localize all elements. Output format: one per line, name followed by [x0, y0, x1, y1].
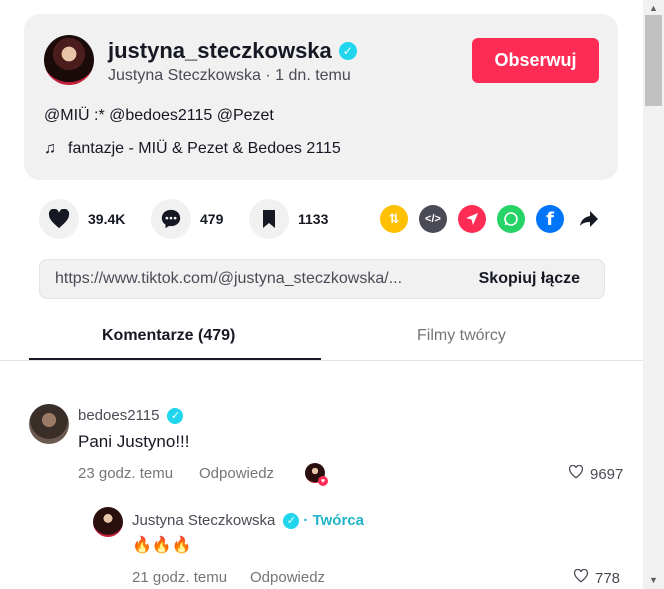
reply-like-count: 778: [595, 569, 621, 587]
repost-icon[interactable]: ⇅: [380, 205, 408, 233]
comment-author[interactable]: bedoes2115 ✓: [78, 407, 184, 424]
heart-icon[interactable]: [39, 199, 79, 239]
music-note-icon: ♫: [44, 140, 56, 157]
comment-icon[interactable]: [151, 199, 191, 239]
music-title[interactable]: fantazje - MIÜ & Pezet & Bedoes 2115: [68, 140, 341, 158]
like-count: 39.4K: [88, 211, 126, 227]
copy-link-button[interactable]: Skopiuj łącze: [479, 270, 580, 288]
heart-outline-icon[interactable]: [568, 464, 584, 483]
tab-comments[interactable]: Komentarze (479): [102, 327, 235, 345]
save-action[interactable]: 1133: [249, 199, 328, 239]
reply-button[interactable]: Odpowiedz: [199, 465, 274, 482]
more-share-icon[interactable]: [575, 205, 603, 233]
comment-text: Pani Justyno!!!: [78, 432, 190, 451]
reply-author-name[interactable]: Justyna Steczkowska: [132, 512, 275, 529]
tab-creator-videos[interactable]: Filmy twórcy: [417, 327, 506, 345]
post-header-card: justyna_steczkowska ✓ Justyna Steczkowsk…: [24, 14, 618, 180]
author-avatar[interactable]: [44, 35, 94, 85]
creator-liked-avatar: ♥: [305, 463, 328, 486]
reply-button[interactable]: Odpowiedz: [250, 569, 325, 586]
like-action[interactable]: 39.4K: [39, 199, 125, 239]
reply-like[interactable]: 778: [573, 568, 621, 587]
tab-divider: [0, 360, 643, 361]
share-url-bar: https://www.tiktok.com/@justyna_steczkow…: [39, 259, 605, 299]
comment-like-count: 9697: [590, 465, 624, 483]
save-count: 1133: [298, 211, 329, 227]
comment-count: 479: [200, 211, 224, 227]
heart-badge-icon: ♥: [318, 476, 328, 486]
commenter-avatar[interactable]: [29, 404, 69, 444]
comment-action[interactable]: 479: [151, 199, 223, 239]
author-username-text[interactable]: justyna_steczkowska: [108, 38, 332, 64]
creator-badge: · Twórca: [303, 512, 364, 529]
reply-text: 🔥🔥🔥: [132, 535, 192, 554]
scroll-down-icon[interactable]: ▼: [645, 572, 662, 587]
comment-like[interactable]: 9697: [568, 464, 624, 483]
author-subline: Justyna Steczkowska · 1 dn. temu: [108, 67, 351, 84]
reply-time: 21 godz. temu: [132, 569, 228, 586]
send-icon[interactable]: [458, 205, 486, 233]
comment-author-name[interactable]: bedoes2115: [78, 407, 159, 424]
comment-time: 23 godz. temu: [78, 465, 174, 482]
heart-outline-icon[interactable]: [573, 568, 589, 587]
embed-icon[interactable]: </>: [419, 205, 447, 233]
post-description[interactable]: @MIÜ :* @bedoes2115 @Pezet: [44, 107, 274, 125]
verified-icon: ✓: [338, 42, 357, 60]
bookmark-icon[interactable]: [249, 199, 289, 239]
whatsapp-icon[interactable]: [497, 205, 525, 233]
verified-icon: ✓: [167, 407, 184, 424]
author-username[interactable]: justyna_steczkowska ✓: [108, 38, 357, 64]
scrollbar-thumb[interactable]: [645, 15, 662, 106]
facebook-icon[interactable]: f: [536, 205, 564, 233]
follow-button[interactable]: Obserwuj: [472, 38, 599, 83]
music-link[interactable]: ♫ fantazje - MIÜ & Pezet & Bedoes 2115: [44, 140, 341, 158]
verified-icon: ✓: [283, 512, 300, 529]
reply-author[interactable]: Justyna Steczkowska ✓ · Twórca: [132, 512, 364, 529]
reply-author-avatar[interactable]: [93, 507, 123, 537]
scroll-up-icon[interactable]: ▲: [645, 0, 662, 15]
share-url[interactable]: https://www.tiktok.com/@justyna_steczkow…: [55, 270, 402, 288]
